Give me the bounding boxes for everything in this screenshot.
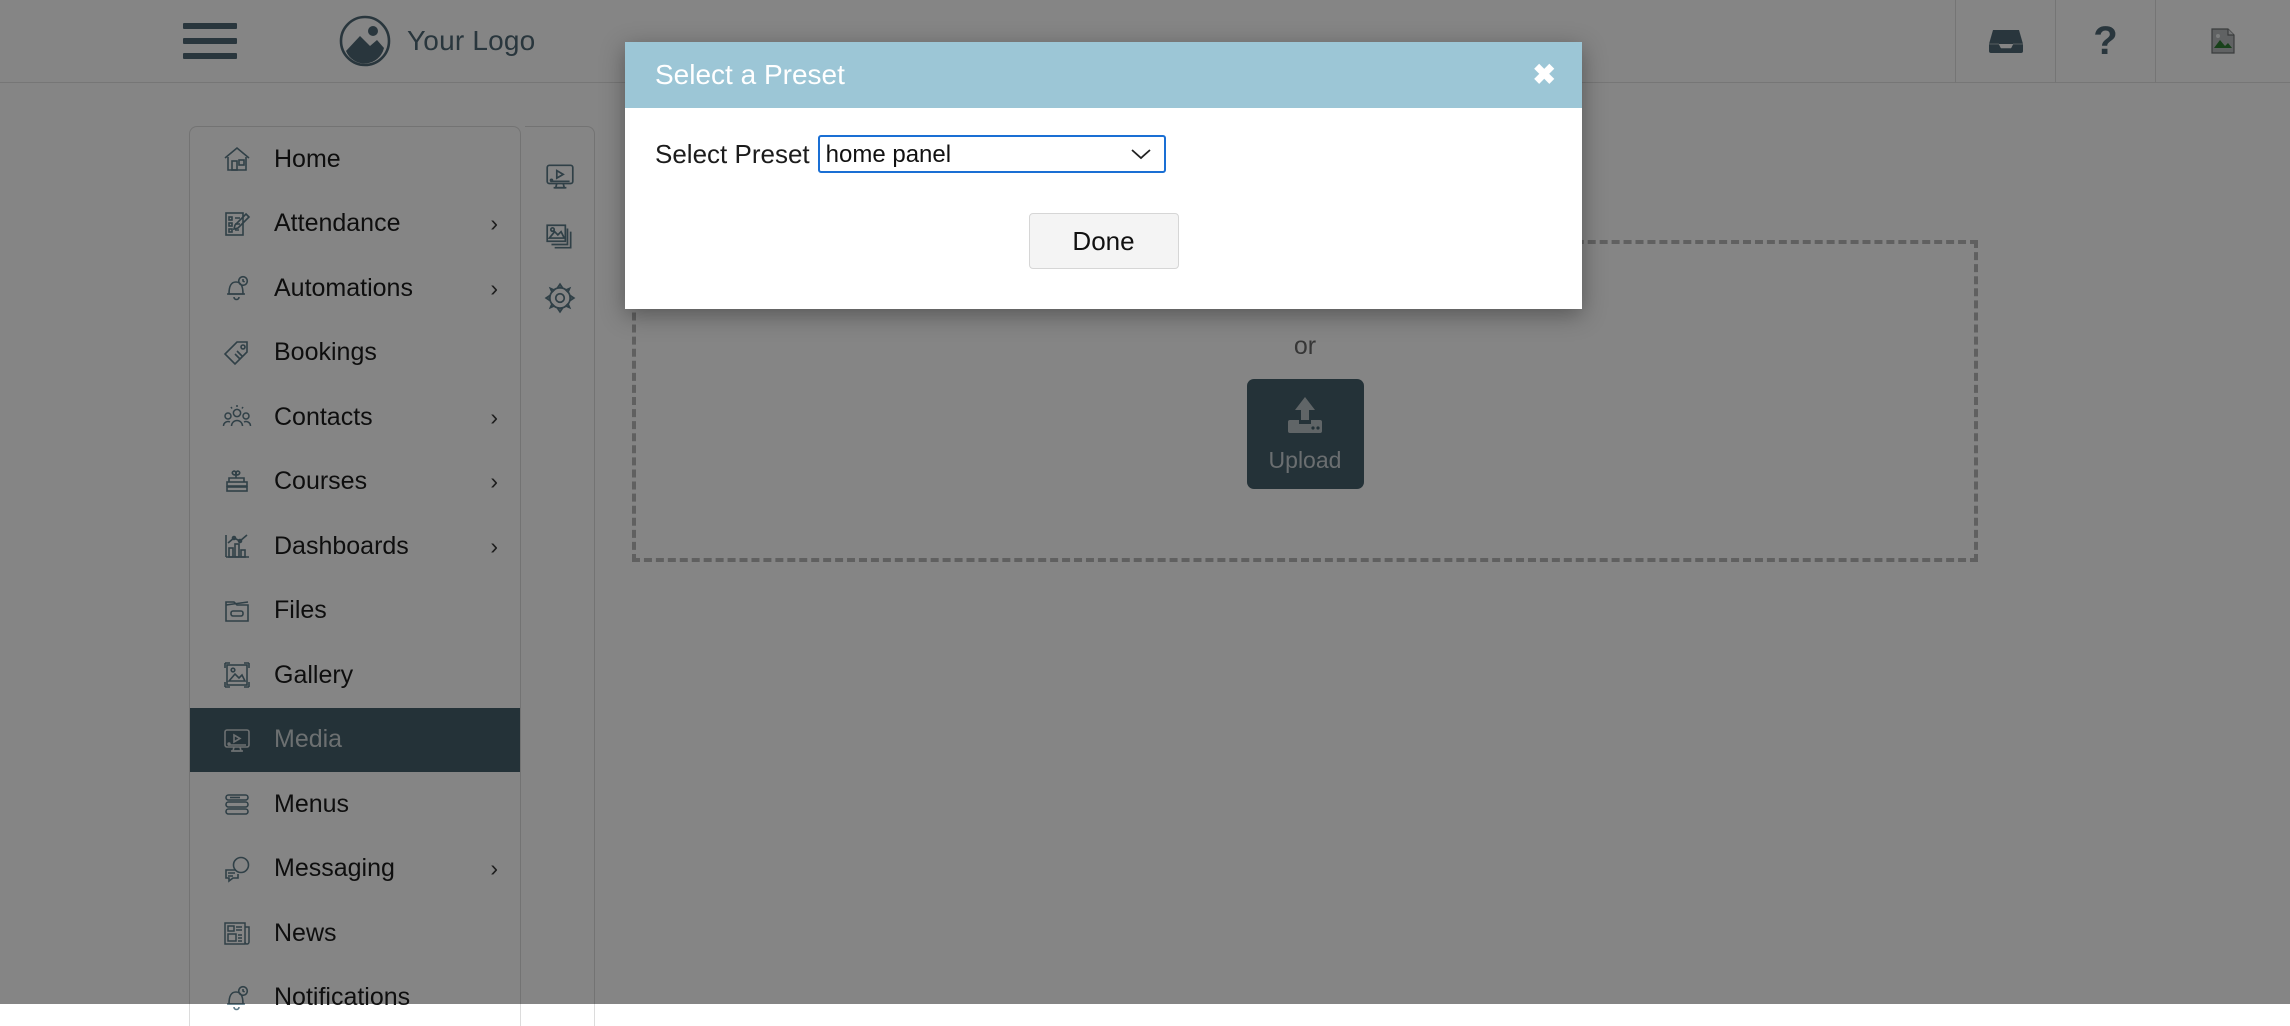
preset-select-wrapper: home panel: [818, 135, 1166, 173]
preset-select[interactable]: home panel: [818, 135, 1166, 173]
select-preset-modal: Select a Preset ✖ Select Preset home pan…: [625, 42, 1582, 309]
modal-body: Select Preset home panel Done: [625, 108, 1582, 309]
done-button[interactable]: Done: [1029, 213, 1179, 269]
preset-label: Select Preset: [655, 139, 810, 170]
close-icon[interactable]: ✖: [1533, 61, 1556, 89]
preset-field-row: Select Preset home panel: [655, 135, 1552, 173]
modal-actions: Done: [655, 213, 1552, 269]
modal-header: Select a Preset ✖: [625, 42, 1582, 108]
modal-title: Select a Preset: [655, 59, 845, 91]
